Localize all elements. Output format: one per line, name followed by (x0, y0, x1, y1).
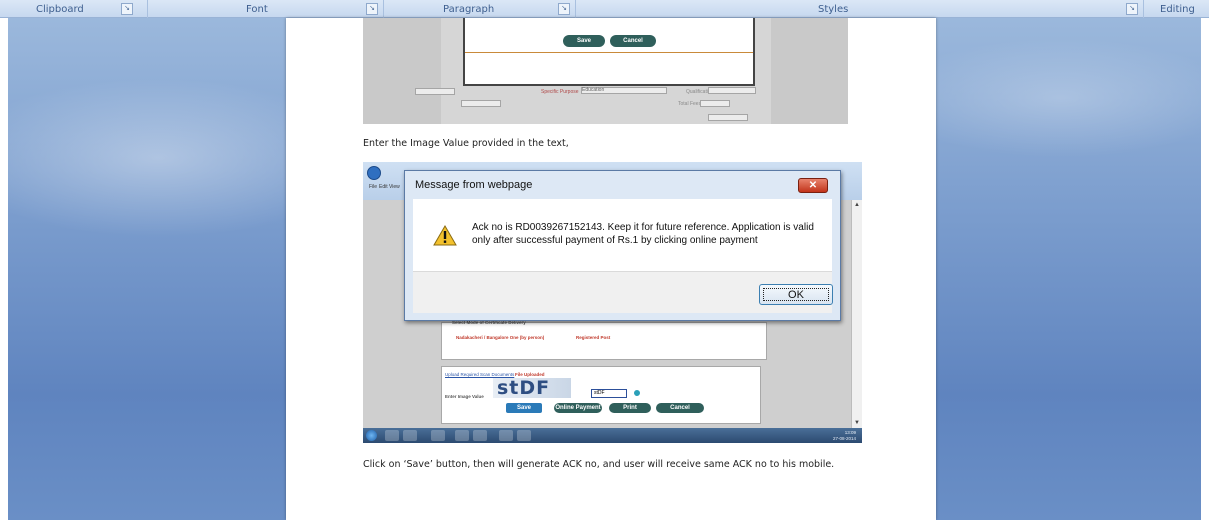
dialog-divider (465, 52, 753, 53)
ribbon-group-label: Editing (1160, 3, 1195, 15)
captcha-image: stDF (493, 378, 571, 398)
ribbon-group-label: Paragraph (443, 3, 495, 15)
window-edge (1201, 18, 1209, 520)
captcha-input: stDF (591, 389, 627, 398)
dialog-launcher-icon[interactable]: ↘ (1126, 3, 1138, 15)
embedded-field (700, 100, 730, 107)
ribbon-group-styles[interactable]: Styles ↘ (576, 0, 1144, 18)
taskbar-clock: 13:09 27-08-2014 (833, 430, 856, 441)
embedded-cancel-button: Cancel (610, 35, 656, 47)
embedded-field (708, 114, 748, 121)
menu-file: File (369, 184, 378, 190)
embedded-screenshot-top: Save Cancel Specific Purpose Education Q… (363, 18, 848, 124)
dialog-footer: OK (413, 271, 833, 313)
taskbar-app-icon (403, 430, 417, 441)
embedded-field-label: Specific Purpose (541, 89, 579, 95)
embedded-field-label: Total Fees (678, 101, 702, 107)
taskbar-app-icon (499, 430, 513, 441)
delivery-mode-panel: Select Mode of Certificate Delivery Nada… (441, 320, 767, 360)
scroll-down-icon: ▼ (854, 420, 860, 426)
dialog-title: Message from webpage (415, 179, 533, 191)
embedded-field (708, 87, 756, 94)
menu-view: View (389, 184, 400, 190)
embedded-cancel-button: Cancel (656, 403, 704, 413)
ribbon-group-font[interactable]: Font ↘ (148, 0, 384, 18)
focus-ring (763, 288, 829, 301)
window-edge (0, 18, 8, 520)
back-icon (367, 166, 381, 180)
embedded-print-button: Print (609, 403, 651, 413)
taskbar-app-icon (473, 430, 487, 441)
ribbon-group-editing[interactable]: Editing (1144, 0, 1209, 18)
dialog-launcher-icon[interactable]: ↘ (366, 3, 378, 15)
refresh-icon (634, 390, 640, 396)
taskbar-app-icon (385, 430, 399, 441)
close-icon[interactable]: ✕ (798, 178, 828, 193)
taskbar-app-icon (517, 430, 531, 441)
browser-scrollbar: ▲ ▼ (851, 200, 862, 428)
embedded-dialog: Save Cancel (463, 18, 755, 86)
scroll-up-icon: ▲ (854, 202, 860, 208)
embedded-online-payment-button: Online Payment (554, 403, 602, 413)
delivery-option-2: Registered Post (576, 335, 611, 340)
dialog-body: Ack no is RD0039267152143. Keep it for f… (413, 199, 832, 271)
taskbar-app-icon (431, 430, 445, 441)
ribbon-group-label: Styles (818, 3, 849, 15)
dialog-launcher-icon[interactable]: ↘ (121, 3, 133, 15)
ribbon-group-clipboard[interactable]: Clipboard ↘ (0, 0, 148, 18)
taskbar-app-icon (455, 430, 469, 441)
start-orb-icon (366, 430, 377, 441)
menu-edit: Edit (379, 184, 388, 190)
ribbon-group-label: Font (246, 3, 268, 15)
dialog-message: Ack no is RD0039267152143. Keep it for f… (472, 222, 814, 246)
embedded-save-button: Save (506, 403, 542, 413)
message-dialog: Message from webpage ✕ Ack no is RD00392… (404, 170, 841, 321)
embedded-field (415, 88, 455, 95)
instruction-text: Click on ‘Save’ button, then will genera… (363, 459, 835, 470)
delivery-option-1: Nadakacheri / Bangalore One (by person) (456, 335, 545, 340)
clock-date: 27-08-2014 (832, 435, 856, 441)
windows-taskbar: 13:09 27-08-2014 (363, 428, 862, 443)
ok-button[interactable]: OK (759, 284, 833, 305)
ribbon-group-paragraph[interactable]: Paragraph ↘ (384, 0, 576, 18)
ribbon-group-bar: Clipboard ↘ Font ↘ Paragraph ↘ Styles ↘ … (0, 0, 1209, 18)
embedded-field (461, 100, 501, 107)
ribbon-group-label: Clipboard (36, 3, 84, 15)
warning-icon (433, 225, 457, 246)
image-value-label: Enter Image Value (445, 394, 484, 399)
dialog-launcher-icon[interactable]: ↘ (558, 3, 570, 15)
instruction-text: Enter the Image Value provided in the te… (363, 138, 569, 149)
embedded-save-button: Save (563, 35, 605, 47)
embedded-field: Education (581, 87, 667, 94)
